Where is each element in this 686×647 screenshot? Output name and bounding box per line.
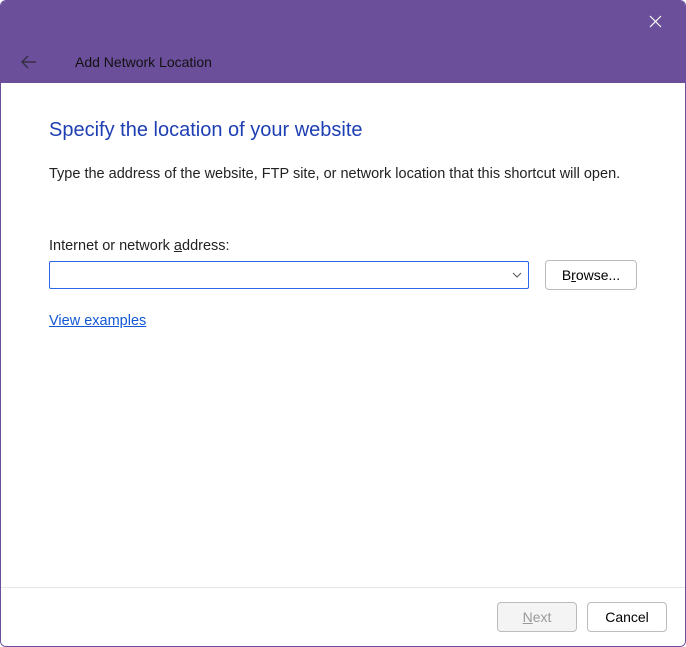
address-row: Browse... xyxy=(49,260,637,290)
back-arrow-icon xyxy=(21,55,37,69)
wizard-title: Add Network Location xyxy=(75,54,212,70)
address-input[interactable] xyxy=(50,262,506,288)
cancel-button[interactable]: Cancel xyxy=(587,602,667,632)
close-icon xyxy=(649,15,662,28)
wizard-content: Specify the location of your website Typ… xyxy=(1,83,685,587)
chevron-down-icon[interactable] xyxy=(506,272,528,278)
page-description: Type the address of the website, FTP sit… xyxy=(49,166,637,182)
wizard-footer: Next Cancel xyxy=(1,587,685,646)
page-heading: Specify the location of your website xyxy=(49,119,637,142)
next-button: Next xyxy=(497,602,577,632)
browse-button[interactable]: Browse... xyxy=(545,260,637,290)
titlebar xyxy=(1,1,685,41)
view-examples-link[interactable]: View examples xyxy=(49,313,146,329)
add-network-location-wizard: Add Network Location Specify the locatio… xyxy=(0,0,686,647)
wizard-header: Add Network Location xyxy=(1,41,685,83)
close-button[interactable] xyxy=(635,5,675,37)
address-combobox[interactable] xyxy=(49,261,529,289)
back-button[interactable] xyxy=(19,52,39,72)
address-label: Internet or network address: xyxy=(49,238,637,254)
